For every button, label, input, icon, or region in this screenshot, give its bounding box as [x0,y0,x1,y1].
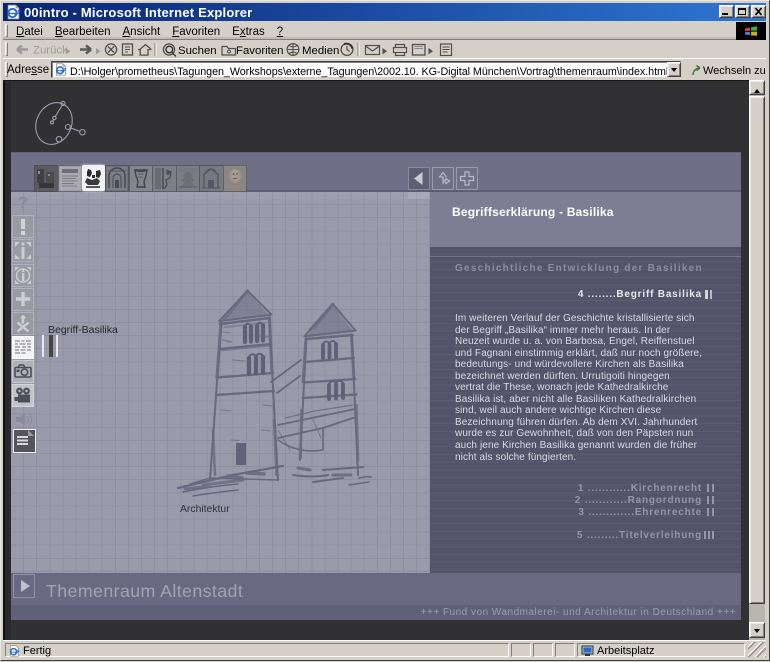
svg-text:Medien: Medien [302,45,339,57]
svg-text:Suchen: Suchen [178,45,217,57]
svg-text:Favoriten: Favoriten [236,45,283,57]
svg-text:Zurück: Zurück [33,45,68,57]
